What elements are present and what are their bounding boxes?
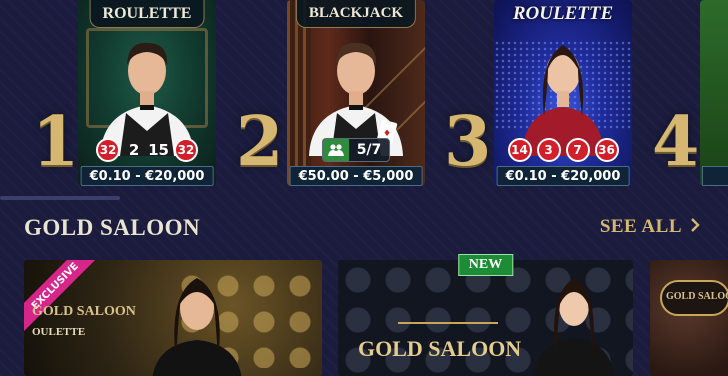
- dealer-image: [152, 278, 242, 376]
- result-number: 15: [148, 141, 169, 159]
- top-games-row: 1 ROULETTE 32 2 15 32 €0.10 - €20,000 2: [0, 0, 728, 200]
- tile-logo: GOLD SALOON: [358, 336, 522, 361]
- bet-range: €50.00 - €5,000: [289, 166, 423, 186]
- result-ball: 7: [565, 138, 590, 162]
- roulette-results: 32 2 15 32: [78, 138, 216, 162]
- rank-number: 2: [236, 102, 284, 182]
- rank-number: 4: [652, 102, 700, 182]
- gold-saloon-tile-partial[interactable]: GOLD SALOON: [650, 260, 728, 376]
- dealer-image: [92, 21, 202, 156]
- section-title: GOLD SALOON: [24, 215, 201, 240]
- dealer-image: ♦: [301, 21, 411, 156]
- tile-logo: GOLD SALOON: [32, 304, 136, 319]
- players-row: 5/7: [287, 138, 425, 162]
- gold-saloon-roulette-tile[interactable]: EXCLUSIVE GOLD SALOON OULETTE: [24, 260, 322, 376]
- rank-number: 3: [444, 102, 492, 182]
- game-card-roulette-2[interactable]: ROULETTE 14 3 7 36 €0.10 - €20,000: [494, 0, 632, 186]
- game-title-text: ROULETTE: [102, 4, 192, 22]
- see-all-link[interactable]: SEE ALL: [600, 216, 700, 238]
- game-card-partial[interactable]: [700, 0, 728, 186]
- tile-logo: GOLD SALOON: [666, 291, 728, 302]
- scroll-indicator[interactable]: [0, 196, 120, 200]
- result-ball: 32: [173, 138, 198, 162]
- gold-saloon-new-tile[interactable]: NEW GOLD SALOON: [338, 254, 633, 376]
- players-pill: 5/7: [321, 138, 391, 162]
- result-number: 2: [128, 141, 140, 159]
- tile-logo-sub: OULETTE: [32, 326, 86, 338]
- game-card-blackjack[interactable]: BLACKJACK ♦ 5/7 €50.00 - €5,000: [287, 0, 425, 186]
- chevron-right-icon: [690, 216, 700, 238]
- dealer-image: [534, 278, 614, 376]
- game-title-text: BLACKJACK: [308, 5, 404, 21]
- result-ball: 14: [507, 138, 532, 162]
- rank-number: 1: [32, 102, 80, 182]
- see-all-label: SEE ALL: [599, 216, 682, 237]
- bet-range: €0.10 - €20,000: [80, 166, 214, 186]
- game-card-roulette[interactable]: ROULETTE 32 2 15 32 €0.10 - €20,000: [78, 0, 216, 186]
- dealer-image: [508, 21, 618, 156]
- result-ball: 32: [96, 138, 121, 162]
- users-icon: [322, 139, 349, 161]
- result-ball: 3: [536, 138, 561, 162]
- result-ball: 36: [594, 138, 619, 162]
- players-count: 5/7: [356, 142, 382, 158]
- bet-range: €0.10 - €20,000: [496, 166, 630, 186]
- new-badge: NEW: [457, 254, 514, 276]
- roulette-results: 14 3 7 36: [494, 138, 632, 162]
